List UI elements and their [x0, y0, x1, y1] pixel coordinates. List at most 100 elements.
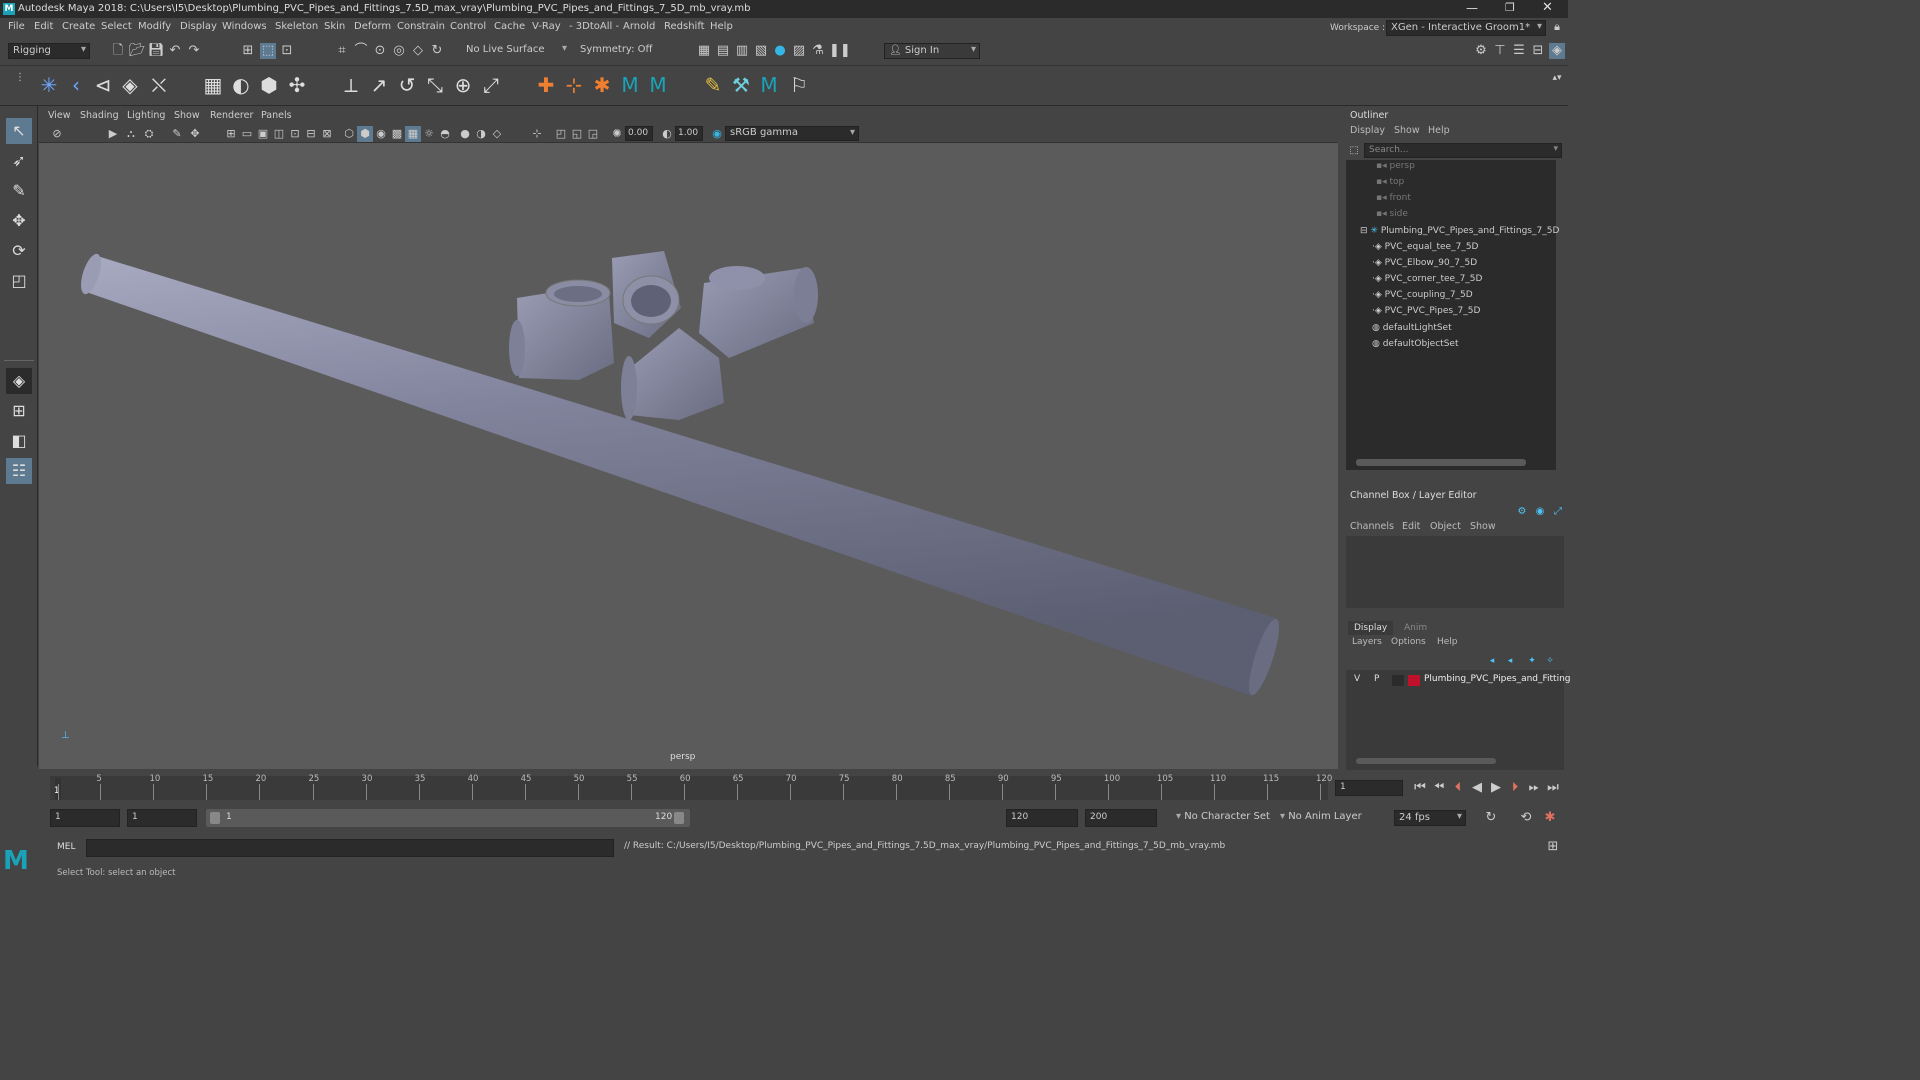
- undo-icon[interactable]: ↶: [167, 43, 183, 59]
- menu-arnold[interactable]: Arnold: [623, 21, 655, 32]
- auto-key-icon[interactable]: ⟲: [1518, 810, 1534, 826]
- lattice-icon[interactable]: ▦: [200, 72, 226, 98]
- attribute-editor-icon[interactable]: ⊤: [1492, 43, 1508, 59]
- pause-render-icon[interactable]: ❚❚: [829, 43, 851, 59]
- menu-skin[interactable]: Skin: [324, 21, 345, 32]
- play-backward-icon[interactable]: ◀: [1469, 780, 1485, 796]
- outliner-item-side[interactable]: ▪◂ side: [1376, 209, 1408, 225]
- fps-dropdown[interactable]: 24 fps ▾: [1394, 810, 1466, 826]
- outliner-menu-help[interactable]: Help: [1428, 125, 1450, 136]
- corner-tee-mesh[interactable]: [612, 251, 681, 338]
- render-view-icon[interactable]: ▧: [753, 43, 769, 59]
- gate-mask-icon[interactable]: ◫: [271, 126, 287, 142]
- live-surface-field[interactable]: No Live Surface: [462, 43, 544, 59]
- menu-help[interactable]: Help: [710, 21, 733, 32]
- channel-menu-object[interactable]: Object: [1430, 521, 1461, 532]
- vp-menu-shading[interactable]: Shading: [80, 110, 119, 121]
- menu-windows[interactable]: Windows: [222, 21, 267, 32]
- select-object-icon[interactable]: ⬚: [260, 43, 276, 59]
- xray-joints-icon[interactable]: ◱: [569, 126, 585, 142]
- skin-bind-icon[interactable]: ◈: [117, 72, 143, 98]
- wireframe-on-shaded-icon[interactable]: ◉: [373, 126, 389, 142]
- play-forward-icon[interactable]: ▶: [1488, 780, 1504, 796]
- outliner-hscrollbar[interactable]: [1356, 459, 1526, 466]
- pin-icon[interactable]: ⚐: [786, 72, 812, 98]
- outliner-item-corner-tee[interactable]: ·◈ PVC_corner_tee_7_5D: [1372, 274, 1482, 290]
- snap-curve-icon[interactable]: ⌒: [353, 43, 369, 59]
- grid-icon[interactable]: ⊞: [223, 126, 239, 142]
- menu-edit[interactable]: Edit: [34, 21, 53, 32]
- exposure-icon[interactable]: ✺: [609, 126, 625, 142]
- range-start-handle[interactable]: [210, 812, 220, 824]
- menu-set-dropdown[interactable]: Rigging ▾: [8, 43, 90, 59]
- menu-select[interactable]: Select: [101, 21, 132, 32]
- outliner-item-default-light-set[interactable]: ◍ defaultLightSet: [1372, 323, 1452, 339]
- 2d-pan-icon[interactable]: ✥: [187, 126, 203, 142]
- safe-title-icon[interactable]: ⊠: [319, 126, 335, 142]
- layer-display-type[interactable]: [1392, 675, 1404, 686]
- exposure-field[interactable]: 0.00: [625, 126, 653, 141]
- joint-tool-icon[interactable]: ✳: [36, 72, 62, 98]
- rig-tool-icon[interactable]: M: [645, 72, 671, 98]
- scene-start-field[interactable]: 1: [50, 809, 120, 827]
- layer-menu-help[interactable]: Help: [1437, 637, 1458, 647]
- current-frame-field[interactable]: 1: [1335, 780, 1403, 796]
- command-input[interactable]: [86, 839, 614, 857]
- ipr-render-icon[interactable]: ▥: [734, 43, 750, 59]
- menu-control[interactable]: Control: [450, 21, 486, 32]
- ambient-occlusion-icon[interactable]: ◓: [437, 126, 453, 142]
- equal-tee-mesh[interactable]: [699, 266, 818, 358]
- rotate-tool-icon[interactable]: ⟳: [6, 238, 32, 264]
- frame-buffer-icon[interactable]: ⚗: [810, 43, 826, 59]
- isolate-select-icon[interactable]: ⊹: [529, 126, 545, 142]
- outliner-search-input[interactable]: Search... ▾: [1364, 143, 1562, 158]
- layer-visibility-toggle[interactable]: V: [1354, 674, 1360, 684]
- constraint-parent-icon[interactable]: ⊕: [450, 72, 476, 98]
- channel-box-icon[interactable]: ⊟: [1530, 43, 1546, 59]
- new-scene-icon[interactable]: 🗋: [110, 43, 126, 59]
- layer-playback-toggle[interactable]: P: [1374, 674, 1379, 684]
- grease-pencil-icon[interactable]: ✎: [169, 126, 185, 142]
- vp-menu-lighting[interactable]: Lighting: [127, 110, 165, 121]
- outliner-item-pipes[interactable]: ·◈ PVC_PVC_Pipes_7_5D: [1372, 306, 1480, 322]
- outliner-menu-display[interactable]: Display: [1350, 125, 1385, 136]
- channel-menu-channels[interactable]: Channels: [1350, 521, 1394, 532]
- tool-settings-icon[interactable]: ☰: [1511, 43, 1527, 59]
- workspace-dropdown[interactable]: XGen - Interactive Groom1* ▾: [1386, 20, 1546, 36]
- pipe-mesh[interactable]: [77, 252, 1285, 698]
- new-layer-selected-icon[interactable]: ✧: [1542, 653, 1558, 669]
- outliner-item-top[interactable]: ▪◂ top: [1376, 177, 1404, 193]
- range-slider[interactable]: 1 120: [206, 809, 690, 827]
- resolution-gate-icon[interactable]: ▣: [255, 126, 271, 142]
- outliner-item-elbow[interactable]: ·◈ PVC_Elbow_90_7_5D: [1372, 258, 1477, 274]
- script-language-toggle[interactable]: MEL: [57, 842, 75, 852]
- anim-prefs-icon[interactable]: ✱: [1542, 810, 1558, 826]
- shelf-scroll-icon[interactable]: ▴▾: [1549, 70, 1565, 86]
- new-layer-icon[interactable]: ✦: [1524, 653, 1540, 669]
- constraint-scale-icon[interactable]: ⤡: [422, 72, 448, 98]
- menu-deform[interactable]: Deform: [354, 21, 391, 32]
- move-layer-up-icon[interactable]: ◂: [1484, 653, 1500, 669]
- snap-surface-icon[interactable]: ◇: [410, 43, 426, 59]
- sculpt-icon[interactable]: ⚒: [728, 72, 754, 98]
- outliner-layout-icon[interactable]: ☷: [6, 458, 32, 484]
- outliner-item-persp[interactable]: ▪◂ persp: [1376, 161, 1415, 177]
- outliner-item-coupling[interactable]: ·◈ PVC_coupling_7_5D: [1372, 290, 1473, 306]
- component-editor-icon[interactable]: M: [756, 72, 782, 98]
- menu-file[interactable]: File: [8, 21, 25, 32]
- layer-name[interactable]: Plumbing_PVC_Pipes_and_Fitting: [1424, 674, 1571, 684]
- layer-tab-anim[interactable]: Anim: [1398, 621, 1433, 635]
- constraint-orient-icon[interactable]: ↺: [394, 72, 420, 98]
- menu-skeleton[interactable]: Skeleton: [275, 21, 318, 32]
- menu-create[interactable]: Create: [62, 21, 95, 32]
- snap-point-icon[interactable]: ⊙: [372, 43, 388, 59]
- persp-outliner-icon[interactable]: ◧: [6, 428, 32, 454]
- hypershade-icon[interactable]: ●: [772, 43, 788, 59]
- next-key-icon[interactable]: ⏵: [1507, 780, 1523, 796]
- wireframe-icon[interactable]: ⬡: [341, 126, 357, 142]
- layer-editor-icon[interactable]: ◈: [1549, 43, 1565, 59]
- move-layer-down-icon[interactable]: ◂: [1502, 653, 1518, 669]
- script-editor-icon[interactable]: ⊞: [1545, 839, 1561, 855]
- range-end-handle[interactable]: [674, 812, 684, 824]
- layer-menu-layers[interactable]: Layers: [1352, 637, 1382, 647]
